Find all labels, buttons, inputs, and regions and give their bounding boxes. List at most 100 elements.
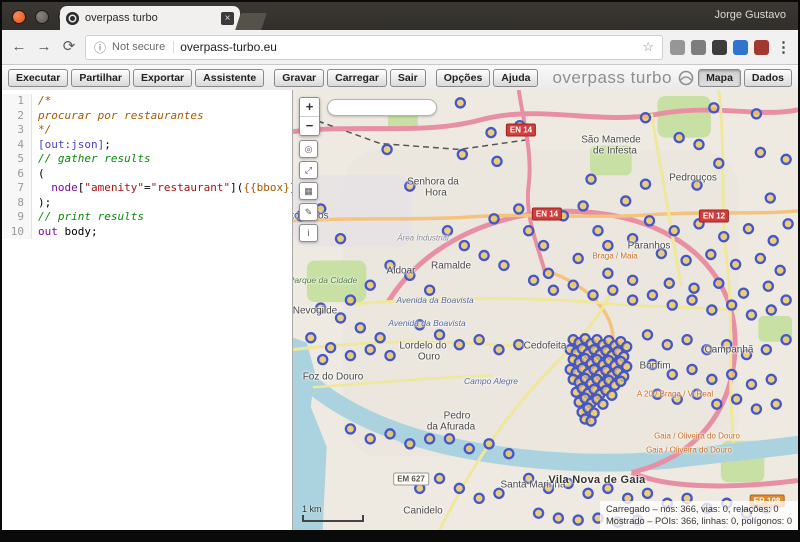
locate-icon[interactable]: ◎: [299, 140, 318, 158]
poi-marker[interactable]: [657, 249, 666, 258]
poi-marker[interactable]: [756, 254, 765, 263]
poi-marker[interactable]: [621, 196, 630, 205]
poi-marker[interactable]: [425, 286, 434, 295]
poi-marker[interactable]: [719, 232, 728, 241]
url-text[interactable]: overpass-turbo.eu: [180, 40, 636, 54]
poi-marker[interactable]: [675, 133, 684, 142]
poi-marker[interactable]: [584, 489, 593, 498]
poi-marker[interactable]: [445, 434, 454, 443]
toolbar-button-executar[interactable]: Executar: [8, 69, 68, 87]
toolbar-button-assistente[interactable]: Assistente: [195, 69, 264, 87]
map-key-icon[interactable]: i: [299, 224, 318, 242]
poi-marker[interactable]: [628, 234, 637, 243]
edit-poi-icon[interactable]: ✎: [299, 203, 318, 221]
browser-menu-icon[interactable]: ⋮: [776, 38, 790, 56]
poi-marker[interactable]: [336, 234, 345, 243]
poi-marker[interactable]: [752, 405, 761, 414]
poi-marker[interactable]: [458, 150, 467, 159]
poi-marker[interactable]: [682, 256, 691, 265]
extension-icon-1[interactable]: [670, 40, 685, 55]
poi-marker[interactable]: [603, 269, 612, 278]
poi-marker[interactable]: [544, 484, 553, 493]
poi-marker[interactable]: [689, 284, 698, 293]
poi-marker[interactable]: [747, 380, 756, 389]
poi-marker[interactable]: [385, 261, 394, 270]
poi-marker[interactable]: [764, 282, 773, 291]
poi-marker[interactable]: [769, 236, 778, 245]
poi-marker[interactable]: [762, 345, 771, 354]
poi-marker[interactable]: [366, 434, 375, 443]
minimize-button[interactable]: [35, 10, 49, 24]
poi-marker[interactable]: [766, 193, 775, 202]
poi-marker[interactable]: [622, 362, 631, 371]
poi-marker[interactable]: [648, 360, 657, 369]
poi-marker[interactable]: [722, 340, 731, 349]
toolbar-button-sair[interactable]: Sair: [390, 69, 426, 87]
map-search-input[interactable]: [327, 99, 437, 116]
poi-marker[interactable]: [539, 241, 548, 250]
poi-marker[interactable]: [346, 424, 355, 433]
poi-marker[interactable]: [776, 266, 785, 275]
poi-marker[interactable]: [739, 289, 748, 298]
toolbar-button-partilhar[interactable]: Partilhar: [71, 69, 130, 87]
poi-marker[interactable]: [767, 305, 776, 314]
poi-marker[interactable]: [549, 286, 558, 295]
poi-marker[interactable]: [744, 224, 753, 233]
poi-marker[interactable]: [673, 395, 682, 404]
poi-marker[interactable]: [692, 181, 701, 190]
poi-marker[interactable]: [687, 365, 696, 374]
poi-marker[interactable]: [665, 279, 674, 288]
poi-marker[interactable]: [668, 300, 677, 309]
poi-marker[interactable]: [707, 305, 716, 314]
poi-marker[interactable]: [356, 323, 365, 332]
toolbar-button-gravar[interactable]: Gravar: [274, 69, 324, 87]
poi-marker[interactable]: [486, 128, 495, 137]
poi-marker[interactable]: [588, 291, 597, 300]
poi-marker[interactable]: [366, 345, 375, 354]
poi-marker[interactable]: [694, 219, 703, 228]
poi-marker[interactable]: [622, 342, 631, 351]
poi-marker[interactable]: [742, 350, 751, 359]
poi-marker[interactable]: [544, 269, 553, 278]
map-panel[interactable]: GuifõesSão Mamedede InfestaPedrouçosSenh…: [293, 90, 798, 530]
poi-marker[interactable]: [574, 254, 583, 263]
poi-marker[interactable]: [564, 479, 573, 488]
poi-marker[interactable]: [593, 226, 602, 235]
poi-marker[interactable]: [494, 345, 503, 354]
extension-icon-5[interactable]: [754, 40, 769, 55]
back-icon[interactable]: ←: [10, 38, 28, 56]
poi-marker[interactable]: [405, 271, 414, 280]
poi-marker[interactable]: [752, 109, 761, 118]
poi-marker[interactable]: [425, 434, 434, 443]
poi-marker[interactable]: [782, 335, 791, 344]
poi-marker[interactable]: [643, 330, 652, 339]
poi-marker[interactable]: [714, 159, 723, 168]
poi-marker[interactable]: [524, 226, 533, 235]
poi-marker[interactable]: [316, 303, 325, 312]
poi-marker[interactable]: [756, 148, 765, 157]
poi-marker[interactable]: [586, 175, 595, 184]
poi-marker[interactable]: [455, 484, 464, 493]
poi-marker[interactable]: [641, 113, 650, 122]
view-button-mapa[interactable]: Mapa: [698, 69, 741, 87]
poi-marker[interactable]: [346, 296, 355, 305]
poi-marker[interactable]: [709, 103, 718, 112]
extension-icon-4[interactable]: [733, 40, 748, 55]
poi-marker[interactable]: [504, 449, 513, 458]
poi-marker[interactable]: [702, 345, 711, 354]
poi-marker[interactable]: [554, 514, 563, 523]
toolbar-button-opcoes[interactable]: Opções: [436, 69, 491, 87]
poi-marker[interactable]: [616, 377, 625, 386]
poi-marker[interactable]: [772, 400, 781, 409]
poi-marker[interactable]: [456, 98, 465, 107]
poi-marker[interactable]: [383, 145, 392, 154]
close-button[interactable]: [12, 10, 26, 24]
browser-tab[interactable]: overpass turbo ×: [60, 6, 240, 30]
view-button-dados[interactable]: Dados: [744, 69, 792, 87]
poi-marker[interactable]: [692, 390, 701, 399]
poi-marker[interactable]: [475, 335, 484, 344]
bookmark-star-icon[interactable]: ☆: [642, 39, 654, 55]
poi-marker[interactable]: [485, 439, 494, 448]
forward-icon[interactable]: →: [35, 38, 53, 56]
poi-marker[interactable]: [694, 140, 703, 149]
